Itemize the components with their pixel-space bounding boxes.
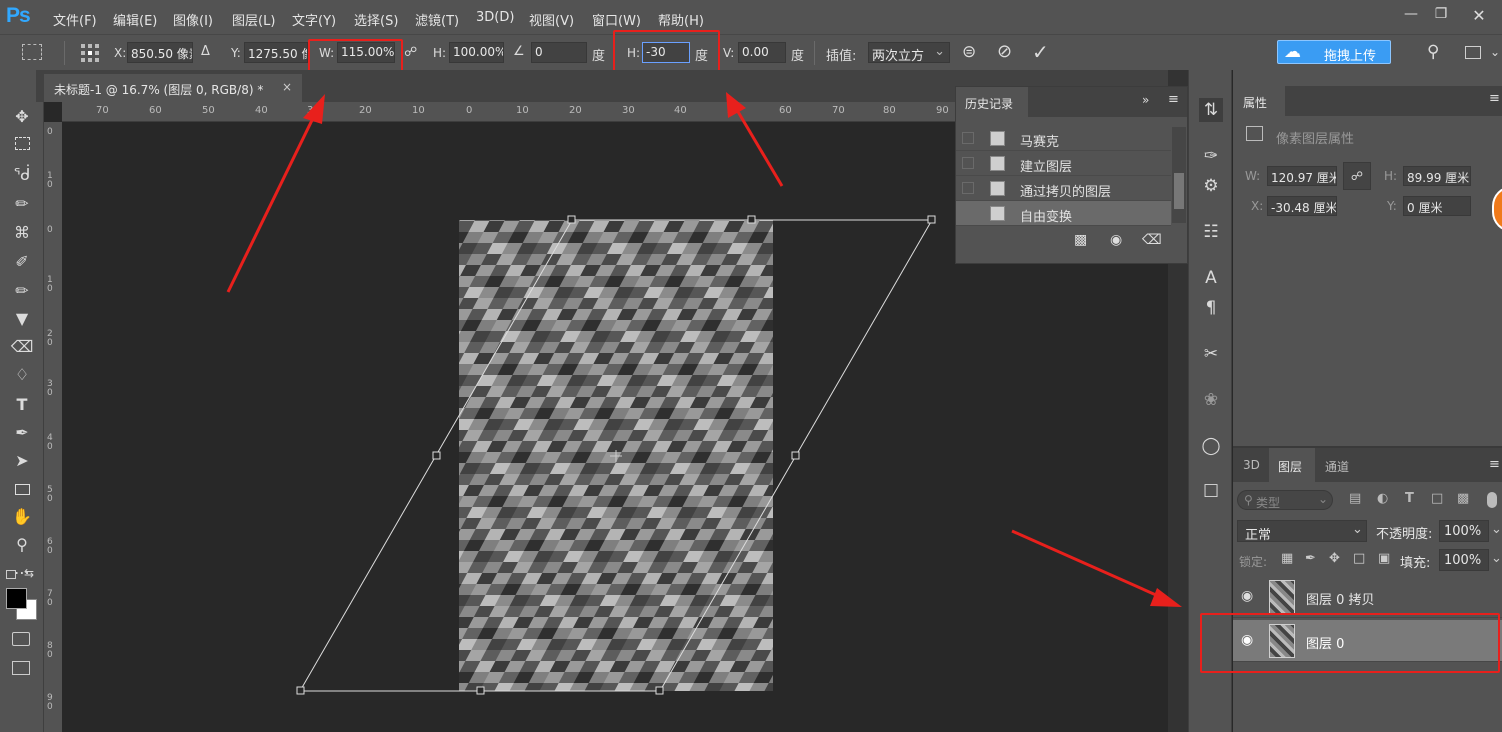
annotation-arrows bbox=[226, 92, 1182, 607]
annotation-arrowhead bbox=[726, 92, 746, 118]
annotation-arrow bbox=[226, 111, 318, 293]
annotation-arrowhead bbox=[303, 94, 325, 124]
annotation-arrow bbox=[1011, 529, 1166, 601]
annotation-arrowhead bbox=[1150, 588, 1182, 607]
annotation-arrow bbox=[735, 109, 784, 187]
